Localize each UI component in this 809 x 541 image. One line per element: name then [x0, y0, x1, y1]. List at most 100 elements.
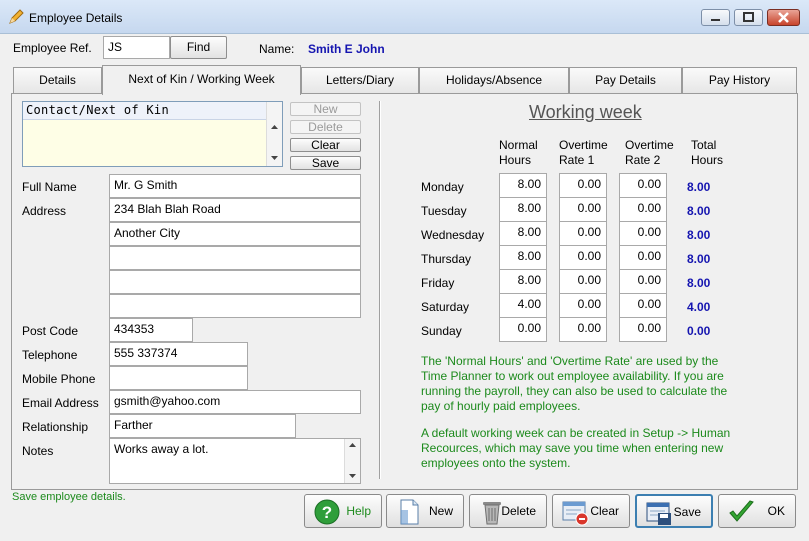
delete-button-label: Delete: [501, 504, 536, 518]
overtime-rate2-header-line1: Overtime: [625, 138, 674, 152]
maximize-button[interactable]: [734, 9, 763, 26]
overtime-rate2-monday[interactable]: 0.00: [619, 173, 667, 198]
day-label-monday: Monday: [421, 180, 464, 194]
save-icon: [645, 499, 673, 527]
overtime-rate1-thursday[interactable]: 0.00: [559, 245, 607, 270]
contact-new-button[interactable]: New: [290, 102, 361, 116]
contact-list[interactable]: Contact/Next of Kin: [22, 101, 283, 167]
contact-list-scrollbar[interactable]: [266, 102, 282, 166]
normal-hours-tuesday[interactable]: 8.00: [499, 197, 547, 222]
clear-button-label: Clear: [590, 504, 619, 518]
relationship-label: Relationship: [22, 420, 89, 434]
overtime-rate1-sunday[interactable]: 0.00: [559, 317, 607, 342]
help-button-label: Help: [346, 504, 371, 518]
ok-button[interactable]: OK: [718, 494, 796, 528]
normal-hours-thursday[interactable]: 8.00: [499, 245, 547, 270]
normal-hours-saturday[interactable]: 4.00: [499, 293, 547, 318]
delete-button[interactable]: Delete: [469, 494, 547, 528]
save-button[interactable]: Save: [635, 494, 713, 528]
address-line-2[interactable]: Another City: [109, 222, 361, 246]
address-line-4[interactable]: [109, 270, 361, 294]
total-hours-monday: 8.00: [687, 180, 711, 194]
status-text: Save employee details.: [12, 491, 126, 503]
mobile-phone-field[interactable]: [109, 366, 248, 390]
info-line: A default working week can be created in…: [421, 426, 731, 440]
full-name-field[interactable]: Mr. G Smith: [109, 174, 361, 198]
normal-hours-sunday[interactable]: 0.00: [499, 317, 547, 342]
tab-next-of-kin[interactable]: Next of Kin / Working Week: [102, 65, 301, 95]
close-button[interactable]: [767, 9, 800, 26]
overtime-rate1-wednesday[interactable]: 0.00: [559, 221, 607, 246]
clear-button[interactable]: Clear: [552, 494, 630, 528]
clear-form-icon: [561, 498, 589, 526]
minimize-icon: [711, 19, 720, 21]
new-document-icon: [395, 498, 423, 526]
notes-scrollbar[interactable]: [344, 439, 360, 483]
normal-hours-monday[interactable]: 8.00: [499, 173, 547, 198]
address-label: Address: [22, 204, 67, 218]
normal-hours-wednesday[interactable]: 8.00: [499, 221, 547, 246]
total-hours-sunday: 0.00: [687, 324, 711, 338]
overtime-rate2-sunday[interactable]: 0.00: [619, 317, 667, 342]
total-hours-wednesday: 8.00: [687, 228, 711, 242]
help-button[interactable]: ? Help: [304, 494, 382, 528]
tab-letters-diary[interactable]: Letters/Diary: [301, 67, 419, 93]
overtime-rate2-saturday[interactable]: 0.00: [619, 293, 667, 318]
overtime-rate1-friday[interactable]: 0.00: [559, 269, 607, 294]
address-line-3[interactable]: [109, 246, 361, 270]
working-week-title: Working week: [529, 102, 642, 122]
info-line: employees onto the system.: [421, 456, 571, 470]
name-label: Name:: [259, 42, 295, 56]
normal-hours-header-line2: Hours: [499, 153, 532, 167]
new-button-label: New: [428, 504, 453, 518]
contact-clear-button[interactable]: Clear: [290, 138, 361, 152]
total-hours-tuesday: 8.00: [687, 204, 711, 218]
close-icon: [778, 12, 789, 23]
notes-field[interactable]: Works away a lot.: [109, 438, 361, 484]
normal-hours-header-line1: Normal: [499, 138, 538, 152]
overtime-rate1-header: Overtime Rate 1: [559, 138, 608, 168]
relationship-field[interactable]: Farther: [109, 414, 296, 438]
contact-delete-button[interactable]: Delete: [290, 120, 361, 134]
tab-pay-history[interactable]: Pay History: [682, 67, 797, 93]
total-hours-friday: 8.00: [687, 276, 711, 290]
overtime-rate2-tuesday[interactable]: 0.00: [619, 197, 667, 222]
employee-ref-input[interactable]: JS: [103, 36, 170, 59]
total-hours-thursday: 8.00: [687, 252, 711, 266]
address-line-1[interactable]: 234 Blah Blah Road: [109, 198, 361, 222]
email-label: Email Address: [22, 396, 99, 410]
full-name-label: Full Name: [22, 180, 77, 194]
normal-hours-header: Normal Hours: [499, 138, 538, 168]
day-label-saturday: Saturday: [421, 300, 470, 314]
tab-pay-details[interactable]: Pay Details: [569, 67, 682, 93]
ok-button-label: OK: [767, 504, 785, 518]
day-label-thursday: Thursday: [421, 252, 472, 266]
tab-details[interactable]: Details: [13, 67, 102, 93]
overtime-rate2-thursday[interactable]: 0.00: [619, 245, 667, 270]
address-line-5[interactable]: [109, 294, 361, 318]
minimize-button[interactable]: [701, 9, 730, 26]
telephone-field[interactable]: 555 337374: [109, 342, 248, 366]
svg-text:?: ?: [322, 503, 332, 522]
pencil-icon: [8, 9, 24, 25]
info-line: The 'Normal Hours' and 'Overtime Rate' a…: [421, 354, 719, 368]
window-title: Employee Details: [29, 11, 123, 25]
normal-hours-friday[interactable]: 8.00: [499, 269, 547, 294]
contact-save-button[interactable]: Save: [290, 156, 361, 170]
email-field[interactable]: gsmith@yahoo.com: [109, 390, 361, 414]
tab-holidays-absence[interactable]: Holidays/Absence: [419, 67, 569, 93]
find-button[interactable]: Find: [170, 36, 227, 59]
overtime-rate1-saturday[interactable]: 0.00: [559, 293, 607, 318]
maximize-icon: [743, 12, 754, 22]
overtime-rate1-monday[interactable]: 0.00: [559, 173, 607, 198]
day-label-sunday: Sunday: [421, 324, 462, 338]
overtime-rate2-friday[interactable]: 0.00: [619, 269, 667, 294]
new-button[interactable]: New: [386, 494, 464, 528]
post-code-field[interactable]: 434353: [109, 318, 193, 342]
working-week-info: The 'Normal Hours' and 'Overtime Rate' a…: [421, 354, 727, 414]
overtime-rate1-tuesday[interactable]: 0.00: [559, 197, 607, 222]
info-line: Time Planner to work out employee availa…: [421, 369, 724, 383]
overtime-rate2-wednesday[interactable]: 0.00: [619, 221, 667, 246]
employee-ref-label: Employee Ref.: [13, 41, 92, 55]
notes-label: Notes: [22, 444, 54, 458]
